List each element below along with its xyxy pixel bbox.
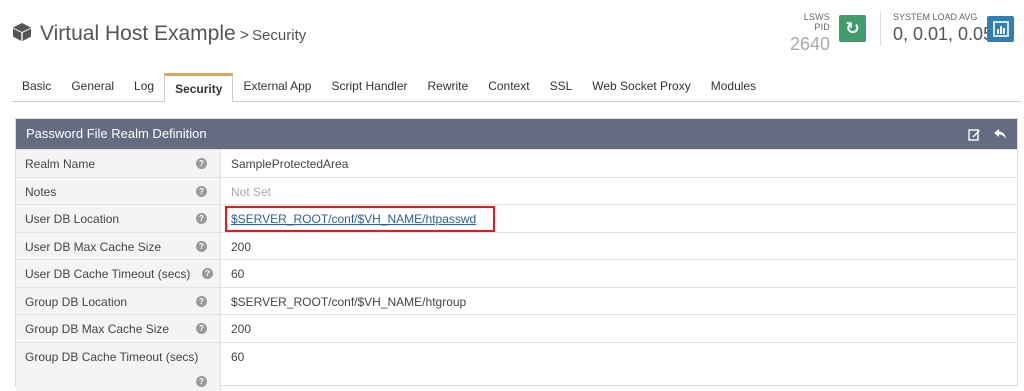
row-label: User DB Location: [25, 212, 120, 226]
highlight-box: [225, 206, 495, 232]
row-label: Realm Name: [25, 157, 96, 171]
help-icon[interactable]: ?: [196, 375, 207, 387]
edit-icon[interactable]: [968, 128, 981, 141]
cube-icon: [13, 23, 31, 41]
table-row: Realm Name ? SampleProtectedArea: [16, 149, 1017, 177]
tab-ssl[interactable]: SSL: [540, 73, 583, 101]
table-row: User DB Location ? $SERVER_ROOT/conf/$VH…: [16, 204, 1017, 232]
table-row: Group DB Cache Timeout (secs) ? 60: [16, 341, 1017, 391]
row-label-cell: User DB Location ?: [16, 205, 221, 232]
tab-web-socket-proxy[interactable]: Web Socket Proxy: [582, 73, 700, 101]
row-value: 60: [231, 349, 245, 364]
help-icon[interactable]: ?: [196, 295, 207, 307]
row-value: $SERVER_ROOT/conf/$VH_NAME/htgroup: [231, 294, 467, 309]
bar-chart-icon: [992, 21, 1009, 37]
row-value: 60: [231, 267, 245, 281]
row-label: Notes: [25, 184, 57, 199]
pid-label: LSWS PID: [803, 12, 830, 32]
pid-display: LSWS PID 2640: [788, 12, 830, 55]
row-label: Group DB Location: [25, 294, 128, 309]
table-row: Group DB Max Cache Size ? 200: [16, 314, 1017, 342]
load-value: 0, 0.01, 0.05: [893, 24, 994, 44]
page-header: Virtual Host Example > Security LSWS PID…: [0, 0, 1024, 68]
tab-rewrite[interactable]: Rewrite: [418, 73, 479, 101]
tab-context[interactable]: Context: [478, 73, 539, 101]
table-row: User DB Cache Timeout (secs) ? 60: [16, 259, 1017, 287]
panel-header: Password File Realm Definition: [16, 119, 1017, 149]
help-icon[interactable]: ?: [196, 213, 207, 224]
row-value: 200: [231, 239, 252, 254]
help-icon[interactable]: ?: [196, 158, 207, 169]
vhost-title: Virtual Host Example: [40, 22, 236, 45]
realm-panel: Password File Realm Definition Realm Nam…: [15, 118, 1018, 391]
row-value-cell: $SERVER_ROOT/conf/$VH_NAME/htpasswd: [221, 205, 495, 232]
load-display: SYSTEM LOAD AVG 0, 0.01, 0.05: [893, 12, 993, 45]
load-label: SYSTEM LOAD AVG: [893, 12, 978, 22]
table-row: User DB Max Cache Size ? 200: [16, 231, 1017, 259]
help-icon[interactable]: ?: [196, 185, 207, 197]
tab-general[interactable]: General: [61, 73, 124, 101]
row-label-cell: Group DB Location ?: [16, 287, 221, 314]
row-label: Group DB Max Cache Size: [25, 322, 170, 336]
panel-title: Password File Realm Definition: [26, 126, 207, 141]
row-label: User DB Cache Timeout (secs): [25, 267, 191, 281]
page-title: Virtual Host Example > Security: [12, 20, 306, 46]
reload-button[interactable]: ↻: [839, 15, 866, 42]
row-value: 200: [231, 322, 252, 336]
table-row: Group DB Location ? $SERVER_ROOT/conf/$V…: [16, 286, 1017, 314]
tab-log[interactable]: Log: [124, 73, 164, 101]
section-subtitle: Security: [252, 27, 307, 44]
row-value: Not Set: [231, 184, 272, 199]
row-label-cell: User DB Max Cache Size ?: [16, 232, 221, 259]
tab-security[interactable]: Security: [164, 73, 234, 102]
header-divider: [880, 12, 881, 46]
row-label: Group DB Cache Timeout (secs): [25, 349, 199, 364]
row-label-cell: Realm Name ?: [16, 150, 221, 177]
row-label-cell: Group DB Max Cache Size ?: [16, 315, 221, 342]
refresh-icon: ↻: [845, 19, 860, 38]
tab-bar: Basic General Log Security External App …: [12, 73, 766, 102]
pid-value: 2640: [789, 34, 830, 54]
row-label-cell: User DB Cache Timeout (secs) ?: [16, 260, 221, 287]
row-label-cell: Notes ?: [16, 177, 221, 204]
row-value: SampleProtectedArea: [231, 157, 349, 171]
row-label: User DB Max Cache Size: [25, 239, 162, 254]
back-arrow-icon[interactable]: [993, 128, 1007, 140]
row-label-cell: Group DB Cache Timeout (secs) ?: [16, 342, 221, 391]
stats-button[interactable]: [987, 16, 1014, 42]
table-row: Notes ? Not Set: [16, 176, 1017, 204]
help-icon[interactable]: ?: [202, 268, 213, 279]
tab-basic[interactable]: Basic: [12, 73, 61, 101]
tab-script-handler[interactable]: Script Handler: [321, 73, 417, 101]
panel-actions: [968, 119, 1007, 149]
help-icon[interactable]: ?: [196, 240, 207, 252]
tab-external-app[interactable]: External App: [233, 73, 321, 101]
tab-modules[interactable]: Modules: [701, 73, 766, 101]
help-icon[interactable]: ?: [196, 323, 207, 334]
title-separator: >: [239, 27, 250, 44]
